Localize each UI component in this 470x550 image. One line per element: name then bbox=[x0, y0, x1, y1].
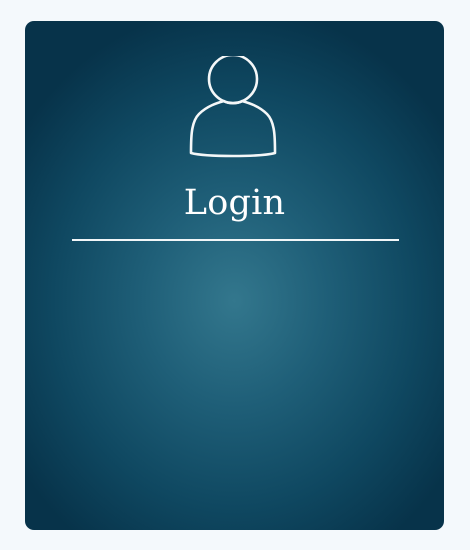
page: Login bbox=[0, 0, 470, 550]
user-icon bbox=[180, 56, 286, 162]
login-card: Login bbox=[25, 21, 444, 530]
title-divider bbox=[72, 239, 399, 241]
login-title: Login bbox=[183, 183, 286, 223]
